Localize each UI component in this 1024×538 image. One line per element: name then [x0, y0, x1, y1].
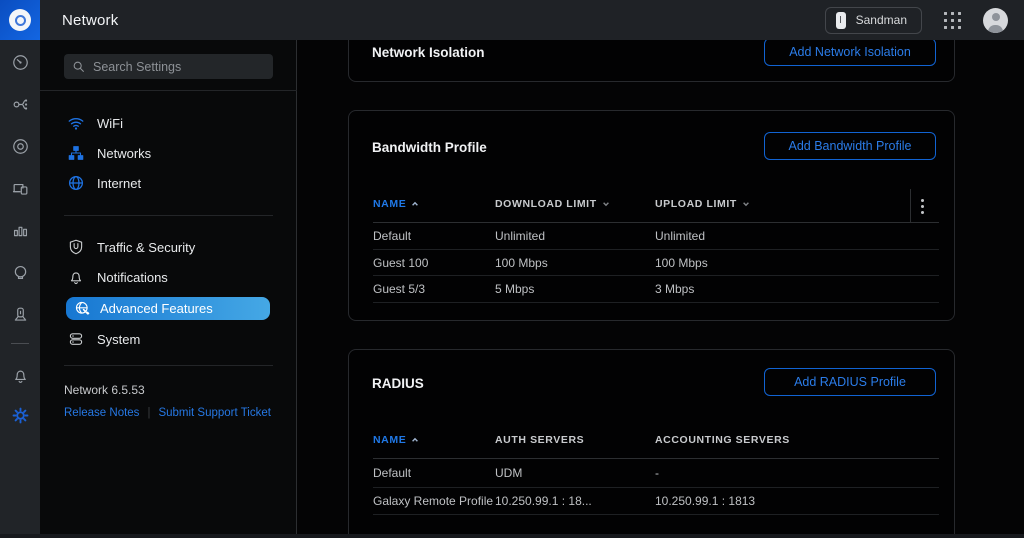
cell-name: Guest 100 — [373, 256, 428, 270]
column-header-name[interactable]: NAME — [373, 434, 419, 446]
console-rail-icon[interactable] — [10, 304, 30, 324]
console-name: Sandman — [856, 13, 907, 27]
sidebar-divider — [64, 215, 273, 216]
dashboard-icon[interactable] — [10, 52, 30, 72]
sidebar-item-advanced-features[interactable]: Advanced Features — [66, 297, 270, 320]
sidebar-item-label: Advanced Features — [100, 301, 213, 316]
unifi-devices-icon[interactable] — [10, 136, 30, 156]
chevron-down-icon — [602, 200, 610, 208]
sidebar-item-label: Traffic & Security — [97, 240, 195, 255]
sort-asc-icon — [411, 200, 419, 208]
submit-support-ticket-link[interactable]: Submit Support Ticket — [158, 407, 271, 419]
table-row[interactable]: Galaxy Remote Profile 10.250.99.1 : 18..… — [373, 488, 939, 515]
sidebar-item-networks[interactable]: Networks — [40, 138, 297, 168]
table-row[interactable]: Default Unlimited Unlimited — [373, 223, 939, 250]
app-title: Network — [62, 12, 118, 29]
sidebar-item-label: Networks — [97, 146, 151, 161]
section-title: Bandwidth Profile — [372, 140, 487, 155]
notifications-rail-icon[interactable] — [10, 365, 30, 385]
console-device-icon — [836, 12, 846, 29]
unifi-logo-icon — [9, 9, 31, 31]
sidebar-item-system[interactable]: System — [40, 324, 297, 354]
cell-auth-servers: UDM — [495, 466, 522, 480]
insights-icon[interactable] — [10, 262, 30, 282]
wifi-icon — [66, 113, 86, 133]
cell-name: Default — [373, 229, 411, 243]
internet-globe-icon — [66, 173, 86, 193]
cell-upload: 100 Mbps — [655, 256, 708, 270]
window-bottom-edge — [0, 534, 1024, 538]
cell-name: Default — [373, 466, 411, 480]
sidebar-divider — [40, 90, 297, 91]
top-bar: Network Sandman — [0, 0, 1024, 40]
cell-download: 5 Mbps — [495, 282, 534, 296]
search-icon — [72, 60, 85, 73]
version-label: Network 6.5.53 — [64, 383, 145, 397]
unifi-logo[interactable] — [0, 0, 40, 40]
column-header-auth-servers[interactable]: AUTH SERVERS — [495, 434, 584, 446]
sidebar-item-label: Notifications — [97, 270, 168, 285]
search-settings-box[interactable] — [64, 54, 273, 79]
settings-content: Network Isolation Add Network Isolation … — [297, 40, 1024, 534]
sidebar-item-wifi[interactable]: WiFi — [40, 108, 297, 138]
bell-icon — [66, 267, 86, 287]
column-header-download-limit[interactable]: DOWNLOAD LIMIT — [495, 198, 610, 210]
column-header-accounting-servers[interactable]: ACCOUNTING SERVERS — [655, 434, 790, 446]
user-avatar[interactable] — [983, 8, 1008, 33]
column-header-upload-limit[interactable]: UPLOAD LIMIT — [655, 198, 750, 210]
settings-sidebar: WiFi Networks Internet Traffic & Securit… — [40, 40, 297, 534]
table-row[interactable]: Guest 100 100 Mbps 100 Mbps — [373, 250, 939, 276]
cell-name: Galaxy Remote Profile — [373, 494, 493, 508]
networks-icon — [66, 143, 86, 163]
sidebar-divider — [64, 365, 273, 366]
cell-accounting-servers: - — [655, 466, 659, 480]
bandwidth-profile-card: Bandwidth Profile Add Bandwidth Profile … — [348, 110, 955, 321]
app-rail — [0, 40, 40, 534]
table-row[interactable]: Guest 5/3 5 Mbps 3 Mbps — [373, 276, 939, 303]
sidebar-item-traffic-security[interactable]: Traffic & Security — [40, 232, 297, 262]
sidebar-item-notifications[interactable]: Notifications — [40, 262, 297, 292]
section-title: RADIUS — [372, 376, 424, 391]
rail-divider — [11, 343, 29, 344]
sort-asc-icon — [411, 436, 419, 444]
chevron-down-icon — [742, 200, 750, 208]
apps-grid-icon[interactable] — [944, 12, 961, 29]
network-isolation-card: Network Isolation Add Network Isolation — [348, 40, 955, 82]
sidebar-item-label: Internet — [97, 176, 141, 191]
server-stack-icon — [66, 329, 86, 349]
sidebar-footer-links: Release Notes | Submit Support Ticket — [64, 407, 271, 419]
cell-name: Guest 5/3 — [373, 282, 425, 296]
sidebar-item-label: System — [97, 332, 140, 347]
cell-download: 100 Mbps — [495, 256, 548, 270]
search-settings-input[interactable] — [93, 60, 265, 74]
settings-gear-icon[interactable] — [10, 405, 30, 425]
header-column-divider — [910, 189, 911, 222]
cell-download: Unlimited — [495, 229, 545, 243]
shield-u-icon — [66, 237, 86, 257]
release-notes-link[interactable]: Release Notes — [64, 407, 139, 419]
console-selector-button[interactable]: Sandman — [825, 7, 922, 34]
column-header-name[interactable]: NAME — [373, 198, 419, 210]
add-bandwidth-profile-button[interactable]: Add Bandwidth Profile — [764, 132, 936, 160]
sidebar-item-internet[interactable]: Internet — [40, 168, 297, 198]
table-row[interactable]: Default UDM - — [373, 459, 939, 488]
globe-wrench-icon — [73, 300, 91, 318]
topology-icon[interactable] — [10, 94, 30, 114]
section-title: Network Isolation — [372, 45, 485, 60]
link-separator: | — [147, 407, 150, 419]
add-radius-profile-button[interactable]: Add RADIUS Profile — [764, 368, 936, 396]
statistics-icon[interactable] — [10, 220, 30, 240]
client-devices-icon[interactable] — [10, 178, 30, 198]
cell-upload: 3 Mbps — [655, 282, 694, 296]
sidebar-item-label: WiFi — [97, 116, 123, 131]
cell-auth-servers: 10.250.99.1 : 18... — [495, 494, 592, 508]
radius-card: RADIUS Add RADIUS Profile NAME AUTH SERV… — [348, 349, 955, 534]
add-network-isolation-button[interactable]: Add Network Isolation — [764, 40, 936, 66]
cell-accounting-servers: 10.250.99.1 : 1813 — [655, 494, 755, 508]
cell-upload: Unlimited — [655, 229, 705, 243]
table-options-kebab-icon[interactable] — [919, 197, 926, 216]
